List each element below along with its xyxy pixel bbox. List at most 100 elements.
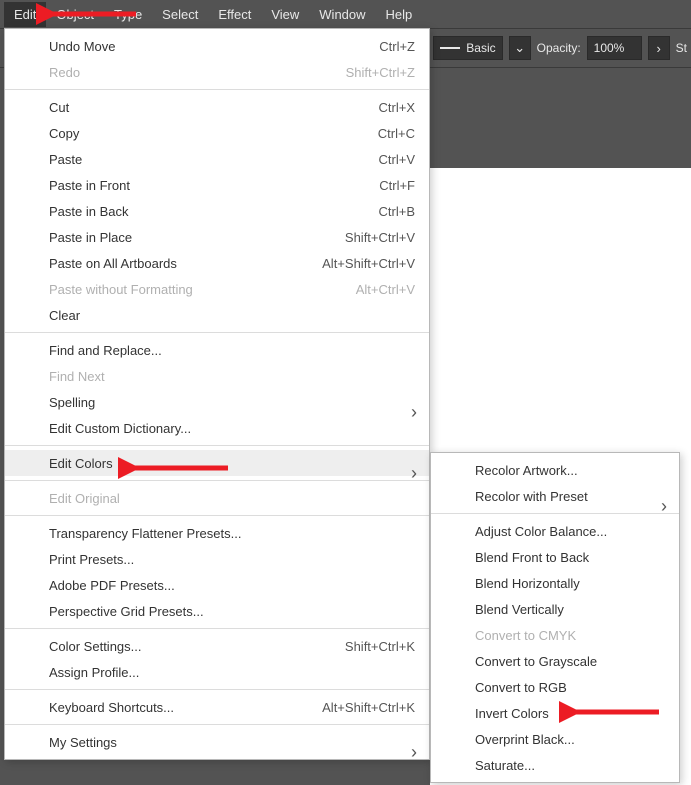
menu-item-label: Blend Vertically <box>475 602 665 617</box>
edit_menu-edit-custom-dictionary[interactable]: Edit Custom Dictionary... <box>5 415 429 441</box>
menu-item-label: Paste in Back <box>49 204 379 219</box>
menu-item-label: Saturate... <box>475 758 665 773</box>
edit_menu-paste-in-front[interactable]: Paste in FrontCtrl+F <box>5 172 429 198</box>
colors_submenu-overprint-black[interactable]: Overprint Black... <box>431 726 679 752</box>
menu-item-label: Assign Profile... <box>49 665 415 680</box>
menubar: Edit Object Type Select Effect View Wind… <box>0 0 691 28</box>
edit_menu-color-settings[interactable]: Color Settings...Shift+Ctrl+K <box>5 633 429 659</box>
menu-item-label: Print Presets... <box>49 552 415 567</box>
colors_submenu-invert-colors[interactable]: Invert Colors <box>431 700 679 726</box>
edit_menu-print-presets[interactable]: Print Presets... <box>5 546 429 572</box>
menu-item-label: Recolor with Preset <box>475 489 665 504</box>
menu-item-label: Paste in Front <box>49 178 379 193</box>
edit_menu-paste-in-back[interactable]: Paste in BackCtrl+B <box>5 198 429 224</box>
menu-separator <box>5 480 429 481</box>
menu-item-label: Recolor Artwork... <box>475 463 665 478</box>
opacity-label: Opacity: <box>537 41 581 55</box>
menubar-help[interactable]: Help <box>376 2 423 27</box>
menu-item-label: Paste on All Artboards <box>49 256 322 271</box>
menu-item-label: Paste <box>49 152 379 167</box>
menu-separator <box>5 89 429 90</box>
edit_menu-paste[interactable]: PasteCtrl+V <box>5 146 429 172</box>
menu-item-shortcut: Ctrl+Z <box>379 39 415 54</box>
menu-item-shortcut: Shift+Ctrl+V <box>345 230 415 245</box>
colors_submenu-saturate[interactable]: Saturate... <box>431 752 679 778</box>
menu-item-label: Transparency Flattener Presets... <box>49 526 415 541</box>
edit-colors-submenu: Recolor Artwork... Recolor with Preset Adj… <box>430 452 680 783</box>
edit_menu-copy[interactable]: CopyCtrl+C <box>5 120 429 146</box>
opacity-caret[interactable]: › <box>648 36 670 60</box>
menu-item-label: Adobe PDF Presets... <box>49 578 415 593</box>
edit_menu-assign-profile[interactable]: Assign Profile... <box>5 659 429 685</box>
edit_menu-perspective-grid-presets[interactable]: Perspective Grid Presets... <box>5 598 429 624</box>
edit_menu-find-next: Find Next <box>5 363 429 389</box>
menu-item-label: My Settings <box>49 735 415 750</box>
menu-item-label: Edit Original <box>49 491 415 506</box>
opacity-field[interactable]: 100% <box>587 36 642 60</box>
menu-separator <box>5 332 429 333</box>
menu-item-label: Convert to RGB <box>475 680 665 695</box>
menu-item-label: Spelling <box>49 395 415 410</box>
colors_submenu-blend-horizontally[interactable]: Blend Horizontally <box>431 570 679 596</box>
edit_menu-find-and-replace[interactable]: Find and Replace... <box>5 337 429 363</box>
edit_menu-paste-in-place[interactable]: Paste in PlaceShift+Ctrl+V <box>5 224 429 250</box>
colors_submenu-recolor-with-preset[interactable]: Recolor with Preset <box>431 483 679 509</box>
menu-item-shortcut: Ctrl+B <box>379 204 415 219</box>
menu-separator <box>5 445 429 446</box>
menu-item-shortcut: Ctrl+C <box>378 126 415 141</box>
menu-item-label: Redo <box>49 65 346 80</box>
menu-item-label: Paste without Formatting <box>49 282 356 297</box>
menu-separator <box>5 724 429 725</box>
menubar-edit[interactable]: Edit <box>4 2 46 27</box>
menu-item-label: Edit Custom Dictionary... <box>49 421 415 436</box>
colors_submenu-recolor-artwork[interactable]: Recolor Artwork... <box>431 457 679 483</box>
menubar-type[interactable]: Type <box>104 2 152 27</box>
colors_submenu-adjust-color-balance[interactable]: Adjust Color Balance... <box>431 518 679 544</box>
edit_menu-undo-move[interactable]: Undo MoveCtrl+Z <box>5 33 429 59</box>
edit_menu-keyboard-shortcuts[interactable]: Keyboard Shortcuts...Alt+Shift+Ctrl+K <box>5 694 429 720</box>
stroke-style-dropdown[interactable]: Basic <box>433 36 503 60</box>
menu-item-label: Undo Move <box>49 39 379 54</box>
edit_menu-redo: RedoShift+Ctrl+Z <box>5 59 429 85</box>
menubar-effect[interactable]: Effect <box>208 2 261 27</box>
menu-item-label: Convert to Grayscale <box>475 654 665 669</box>
colors_submenu-blend-front-to-back[interactable]: Blend Front to Back <box>431 544 679 570</box>
menu-item-label: Clear <box>49 308 415 323</box>
colors_submenu-convert-to-grayscale[interactable]: Convert to Grayscale <box>431 648 679 674</box>
menu-item-label: Cut <box>49 100 379 115</box>
menu-item-label: Blend Horizontally <box>475 576 665 591</box>
edit_menu-paste-on-all-artboards[interactable]: Paste on All ArtboardsAlt+Shift+Ctrl+V <box>5 250 429 276</box>
menu-item-label: Overprint Black... <box>475 732 665 747</box>
edit_menu-clear[interactable]: Clear <box>5 302 429 328</box>
colors_submenu-convert-to-rgb[interactable]: Convert to RGB <box>431 674 679 700</box>
menu-item-label: Invert Colors <box>475 706 665 721</box>
menu-item-label: Find Next <box>49 369 415 384</box>
menubar-object[interactable]: Object <box>46 2 104 27</box>
stroke-style-caret[interactable]: ⌄ <box>509 36 531 60</box>
menu-item-shortcut: Alt+Shift+Ctrl+K <box>322 700 415 715</box>
menubar-view[interactable]: View <box>261 2 309 27</box>
menu-item-shortcut: Shift+Ctrl+Z <box>346 65 415 80</box>
edit_menu-edit-colors[interactable]: Edit Colors <box>5 450 429 476</box>
menubar-window[interactable]: Window <box>309 2 375 27</box>
edit_menu-my-settings[interactable]: My Settings <box>5 729 429 755</box>
menu-item-label: Convert to CMYK <box>475 628 665 643</box>
menu-item-shortcut: Ctrl+X <box>379 100 415 115</box>
menu-item-label: Adjust Color Balance... <box>475 524 665 539</box>
menubar-select[interactable]: Select <box>152 2 208 27</box>
edit_menu-adobe-pdf-presets[interactable]: Adobe PDF Presets... <box>5 572 429 598</box>
colors_submenu-blend-vertically[interactable]: Blend Vertically <box>431 596 679 622</box>
edit_menu-transparency-flattener-presets[interactable]: Transparency Flattener Presets... <box>5 520 429 546</box>
menu-item-label: Keyboard Shortcuts... <box>49 700 322 715</box>
menu-separator <box>5 628 429 629</box>
menu-item-shortcut: Shift+Ctrl+K <box>345 639 415 654</box>
menu-item-shortcut: Ctrl+F <box>379 178 415 193</box>
menu-item-label: Paste in Place <box>49 230 345 245</box>
menu-item-label: Color Settings... <box>49 639 345 654</box>
menu-item-shortcut: Ctrl+V <box>379 152 415 167</box>
style-label-trunc: St <box>676 41 687 55</box>
edit_menu-spelling[interactable]: Spelling <box>5 389 429 415</box>
edit_menu-cut[interactable]: CutCtrl+X <box>5 94 429 120</box>
menu-item-label: Edit Colors <box>49 456 415 471</box>
menu-separator <box>431 513 679 514</box>
